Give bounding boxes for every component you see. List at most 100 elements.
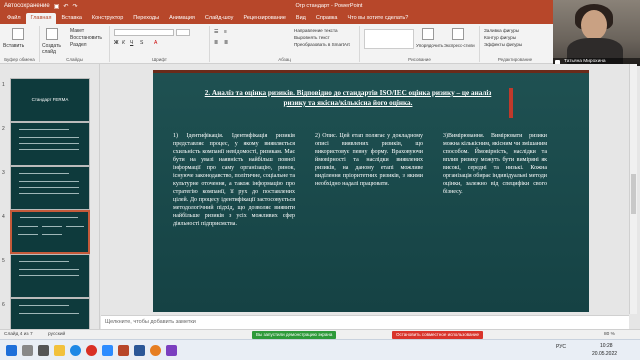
ribbon: Вставить Буфер обмена Создать слайд Маке…: [0, 24, 640, 64]
stop-sharing-button[interactable]: Остановить совместное использование: [392, 331, 484, 339]
thumb-number: 1: [2, 82, 5, 88]
thumb-text-line: [19, 187, 79, 188]
strikethrough-icon[interactable]: S: [140, 40, 143, 46]
slide-thumbnail-4-selected[interactable]: [10, 210, 90, 254]
tab-home[interactable]: Главная: [25, 13, 57, 24]
clock-date[interactable]: 20.05.2022: [592, 351, 617, 357]
current-slide[interactable]: 2. Аналіз та оцінка ризиків. Відповідно …: [153, 70, 589, 312]
autosave-label[interactable]: Автосохранение: [4, 3, 50, 10]
word-icon[interactable]: [134, 345, 145, 356]
slide-column-measurement[interactable]: 3)Вимірювання. Вимірювати ризики можна к…: [443, 132, 547, 196]
tab-view[interactable]: Вид: [291, 13, 311, 24]
align-left-icon[interactable]: ≣: [214, 40, 218, 46]
slide-thumbnail-5[interactable]: [10, 254, 90, 298]
thumb-text-line: [42, 234, 62, 235]
thumb-text-line: [19, 143, 79, 144]
tab-slideshow[interactable]: Слайд-шоу: [200, 13, 239, 24]
quick-styles-button[interactable]: Экспресс-стили: [444, 43, 475, 48]
tab-animations[interactable]: Анимация: [164, 13, 200, 24]
bullets-icon[interactable]: ☰: [214, 29, 218, 35]
thumb-number: 4: [2, 214, 5, 220]
quick-styles-icon[interactable]: [452, 28, 464, 40]
italic-icon[interactable]: К: [122, 40, 125, 46]
slide-column-identification[interactable]: 1) Ідентифікація. Ідентифікація ризиків …: [173, 132, 295, 228]
zoom-app-icon[interactable]: [102, 345, 113, 356]
zoom-level[interactable]: 80 %: [604, 332, 615, 337]
thumb-number: 3: [2, 170, 5, 176]
underline-icon[interactable]: Ч: [130, 40, 133, 46]
group-editing: Заливка фигуры Контур фигуры Эффекты фиг…: [480, 26, 550, 62]
shapes-gallery[interactable]: [364, 29, 414, 49]
powerpoint-icon[interactable]: [118, 345, 129, 356]
font-size-select[interactable]: [176, 29, 190, 36]
align-text-button[interactable]: Выровнять текст: [294, 35, 330, 40]
tab-insert[interactable]: Вставка: [56, 13, 86, 24]
smartart-button[interactable]: Преобразовать в SmartArt: [294, 42, 350, 47]
scrollbar-thumb[interactable]: [631, 174, 636, 214]
font-name-select[interactable]: [114, 29, 174, 36]
new-slide-button[interactable]: Создать слайд: [42, 43, 72, 55]
arrange-button[interactable]: Упорядочить: [416, 43, 443, 48]
screen-share-text: Вы запустили демонстрацию экрана: [256, 332, 333, 337]
bold-icon[interactable]: Ж: [114, 40, 119, 46]
font-color-icon[interactable]: А: [154, 40, 157, 46]
new-slide-icon[interactable]: [46, 28, 58, 40]
slide-accent-bar: [509, 88, 513, 118]
tab-transitions[interactable]: Переходы: [128, 13, 164, 24]
slide-editor: 2. Аналіз та оцінка ризиків. Відповідно …: [101, 64, 629, 314]
tab-help[interactable]: Справка: [311, 13, 343, 24]
shape-fill-button[interactable]: Заливка фигуры: [484, 28, 519, 33]
arrange-icon[interactable]: [422, 28, 434, 40]
group-label-clipboard: Буфер обмена: [4, 57, 35, 62]
participant-face: [581, 10, 607, 40]
thumb-text-line: [19, 181, 79, 182]
search-icon[interactable]: [22, 345, 33, 356]
paste-button[interactable]: Вставить: [3, 43, 24, 49]
slide-thumbnail-2[interactable]: [10, 122, 90, 166]
group-drawing: Упорядочить Экспресс-стили Рисование: [360, 26, 480, 62]
clock-time[interactable]: 10:28: [600, 343, 613, 349]
redo-icon[interactable]: ↷: [72, 3, 77, 10]
taskbar: РУС 10:28 20.05.2022: [0, 339, 640, 360]
tab-review[interactable]: Рецензирование: [238, 13, 290, 24]
windows-start-icon[interactable]: [6, 345, 17, 356]
tab-design[interactable]: Конструктор: [87, 13, 128, 24]
task-view-icon[interactable]: [38, 345, 49, 356]
slide-title[interactable]: 2. Аналіз та оцінка ризиків. Відповідно …: [193, 88, 503, 108]
viber-icon[interactable]: [166, 345, 177, 356]
participant-video[interactable]: Татьяна Мирохина: [553, 0, 640, 66]
input-language[interactable]: РУС: [556, 344, 566, 350]
text-direction-button[interactable]: Направление текста: [294, 28, 338, 33]
slide-counter: Слайд 4 из 7: [4, 332, 33, 337]
file-explorer-icon[interactable]: [54, 345, 65, 356]
notes-pane[interactable]: Щелкните, чтобы добавить заметки: [101, 315, 629, 329]
edge-icon[interactable]: [70, 345, 81, 356]
language-status[interactable]: русский: [48, 332, 65, 337]
thumb-number: 5: [2, 258, 5, 264]
slide-thumbnail-3[interactable]: [10, 166, 90, 210]
screen-share-status: Вы запустили демонстрацию экрана: [252, 331, 337, 339]
ribbon-tabs: Файл Главная Вставка Конструктор Переход…: [0, 12, 640, 24]
tell-me-search[interactable]: Что вы хотите сделать?: [342, 13, 413, 24]
numbering-icon[interactable]: ≡: [224, 29, 227, 35]
slide-column-description[interactable]: 2) Опис. Цей етап полягає у докладному о…: [315, 132, 423, 188]
shape-effects-button[interactable]: Эффекты фигуры: [484, 42, 522, 47]
chrome-icon[interactable]: [86, 345, 97, 356]
section-button[interactable]: Раздел: [70, 42, 87, 48]
stop-sharing-text: Остановить совместное использование: [396, 332, 480, 337]
thumb-text-line: [20, 217, 78, 218]
vertical-scrollbar[interactable]: [629, 64, 637, 314]
slide-thumbnail-1[interactable]: Стандарт FERMA: [10, 78, 90, 122]
thumb-text-line: [19, 305, 69, 306]
undo-icon[interactable]: ↶: [63, 3, 68, 10]
layout-button[interactable]: Макет: [70, 28, 84, 34]
thumb-text-line: [19, 269, 79, 270]
status-bar: Слайд 4 из 7 русский Вы запустили демонс…: [0, 329, 640, 339]
firefox-icon[interactable]: [150, 345, 161, 356]
reset-button[interactable]: Восстановить: [70, 35, 102, 41]
save-icon[interactable]: ▣: [54, 3, 60, 10]
paste-icon[interactable]: [12, 28, 24, 40]
align-center-icon[interactable]: ≣: [224, 40, 228, 46]
shape-outline-button[interactable]: Контур фигуры: [484, 35, 516, 40]
tab-file[interactable]: Файл: [2, 13, 26, 24]
